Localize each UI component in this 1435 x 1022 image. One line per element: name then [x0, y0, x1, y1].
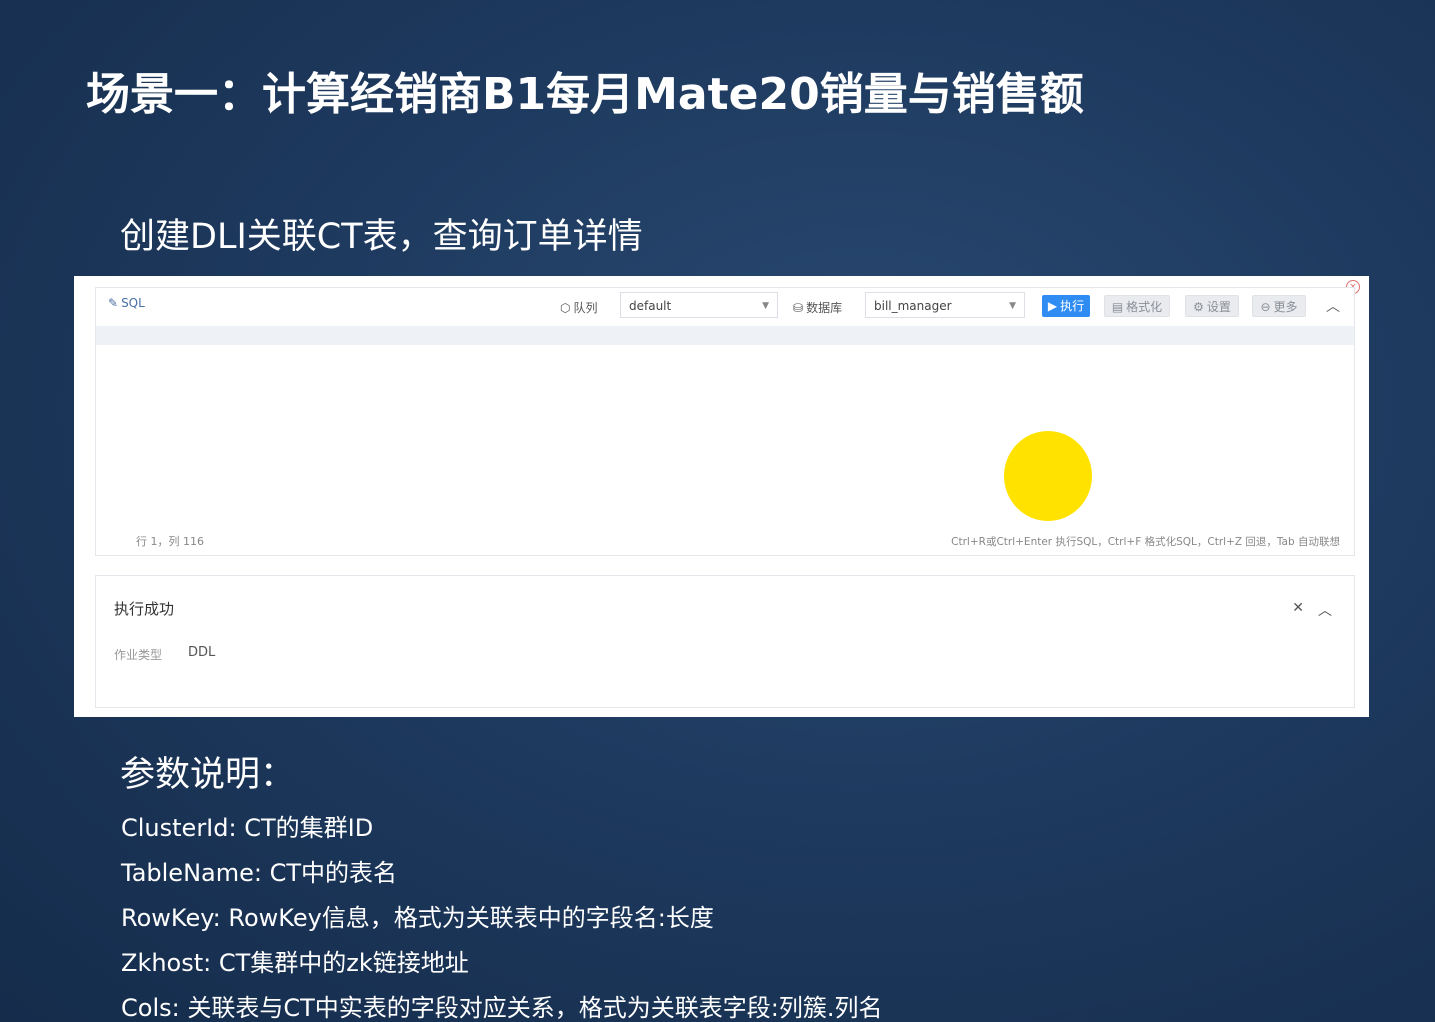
run-button-label: 执行 [1060, 299, 1085, 313]
job-type-label: 作业类型 [114, 648, 163, 662]
sql-editor: ✎ SQL ⬡ 队列 default ▼ ⛁ 数据库 bill_manager ▼ ▶… [95, 287, 1355, 556]
chevron-down-icon: ▼ [762, 301, 769, 311]
run-button[interactable]: ▶ 执行 [1042, 295, 1090, 317]
chevron-down-icon: ▼ [1009, 301, 1016, 311]
settings-button-label: 设置 [1206, 300, 1231, 314]
queue-select-value: default [629, 299, 672, 313]
chevron-up-icon[interactable]: ︿ [1318, 600, 1332, 620]
chevron-up-icon[interactable]: ︿ [1326, 296, 1340, 316]
sql-tab[interactable]: ✎ SQL [108, 296, 145, 310]
code-area[interactable]: 1 CREATE table CT_Bill(userId string, bi… [96, 326, 1354, 526]
database-label: ⛁ 数据库 [793, 299, 842, 316]
gear-icon: ⚙ [1193, 300, 1204, 314]
dli-console-screenshot: × ✎SQL ⬡队列 default ▼ ⛁数据库 bill_manager ▼… [74, 276, 1369, 717]
database-select[interactable]: bill_manager ▼ [865, 292, 1025, 318]
param-item: Zkhost: CT集群中的zk链接地址 [121, 949, 469, 977]
job-type-value: DDL [188, 645, 216, 660]
format-button-label: 格式化 [1126, 300, 1163, 314]
queue-label: ⬡ 队列 [560, 299, 598, 316]
param-item: ClusterId: CT的集群ID [121, 814, 374, 842]
params-heading: 参数说明： [120, 755, 296, 795]
more-icon: ⊖ [1260, 300, 1271, 314]
format-icon: ▤ [1111, 300, 1124, 314]
param-item: RowKey: RowKey信息，格式为关联表中的字段名:长度 [121, 904, 714, 932]
result-panel: 执行成功 ✕ ︿ 作业类型 DDL [95, 575, 1355, 708]
slide-subtitle: 创建DLI关联CT表，查询订单详情 [120, 217, 643, 257]
code-line: 4 'RowKey' = 'userId:4, billId:4', [96, 383, 1354, 402]
queue-select[interactable]: default ▼ [620, 292, 778, 318]
sql-tab-label: SQL [121, 296, 145, 310]
code-line: 2 'ClusterId' = '51bf529e-31ee-4c7f-b639… [96, 345, 1354, 364]
settings-button[interactable]: ⚙ 设置 [1185, 295, 1239, 317]
play-icon: ▶ [1047, 299, 1058, 313]
more-button-label: 更多 [1273, 300, 1298, 314]
database-label-text: 数据库 [806, 301, 843, 315]
editor-toolbar: ✎ SQL ⬡ 队列 default ▼ ⛁ 数据库 bill_manager ▼ ▶… [96, 288, 1354, 326]
result-status: 执行成功 [114, 600, 175, 618]
database-icon: ⛁ [793, 301, 804, 315]
slide-title: 场景一：计算经销商B1每月Mate20销量与销售额 [86, 69, 1084, 120]
database-select-value: bill_manager [874, 299, 952, 313]
code-line: 5 'zkhost' = 'cloudtable-uquery-test002-… [96, 402, 1354, 421]
code-line: 3 'TableName' = 'BILL', [96, 364, 1354, 383]
mouse-cursor-highlight [1004, 431, 1092, 521]
queue-label-text: 队列 [573, 301, 598, 315]
code-line: 7 ) [96, 440, 1354, 459]
param-item: Cols: 关联表与CT中实表的字段对应关系，格式为关联表字段:列簇.列名 [121, 994, 883, 1022]
more-button[interactable]: ⊖ 更多 [1252, 295, 1306, 317]
format-button[interactable]: ▤ 格式化 [1104, 295, 1170, 317]
param-item: TableName: CT中的表名 [121, 859, 397, 887]
cube-icon: ⬡ [560, 301, 571, 315]
code-line: 6 'Cols' = 'month:time.month, day:time.d… [96, 421, 1354, 440]
code-line: 1 CREATE table CT_Bill(userId string, bi… [96, 326, 1354, 345]
shortcut-hints: Ctrl+R或Ctrl+Enter 执行SQL，Ctrl+F 格式化SQL，Ct… [951, 536, 1340, 548]
cursor-position: 行 1，列 116 [136, 535, 204, 548]
sql-icon: ✎ [108, 296, 119, 310]
close-icon[interactable]: ✕ [1292, 600, 1304, 616]
